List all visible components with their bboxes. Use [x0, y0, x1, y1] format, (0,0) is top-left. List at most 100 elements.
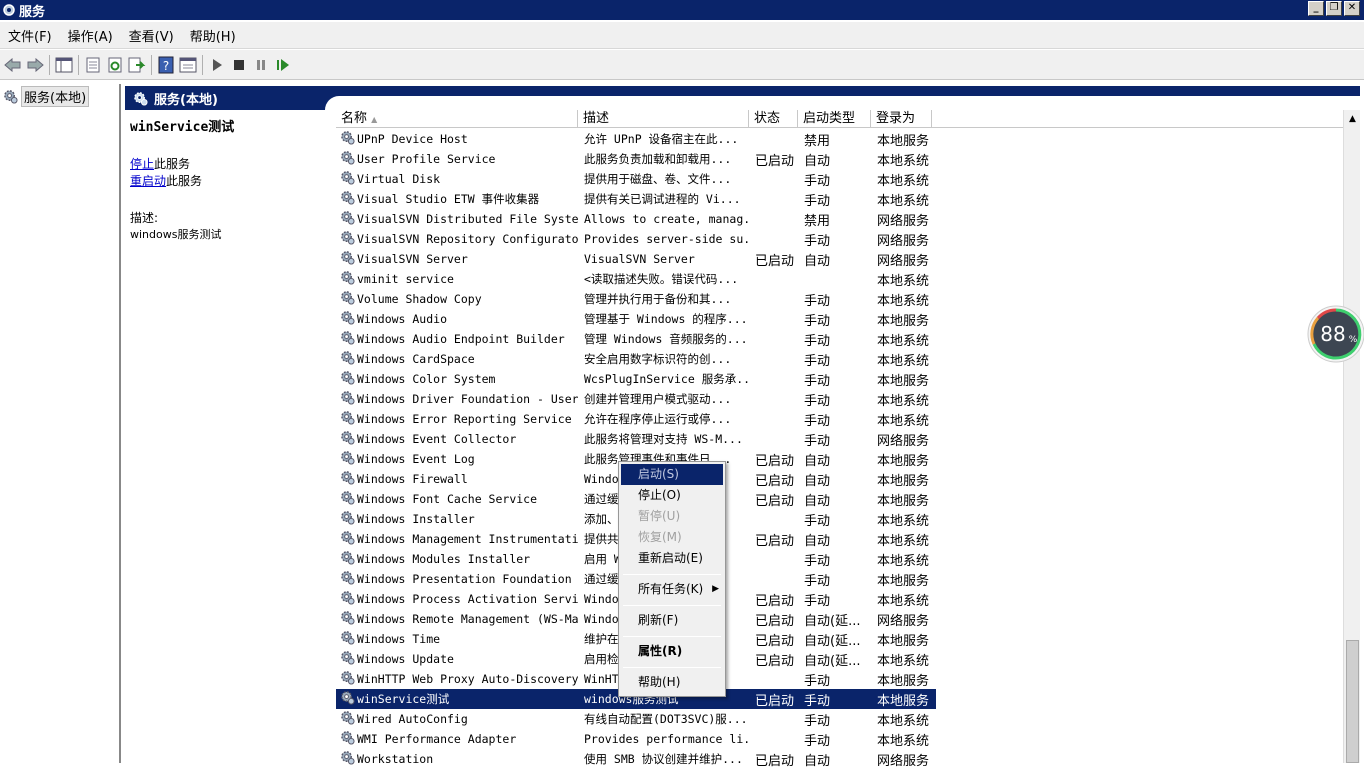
table-row[interactable]: Windows Driver Foundation - User-... 创建并管…	[336, 389, 936, 409]
service-gear-icon	[340, 170, 355, 188]
selected-service-name: winService测试	[130, 120, 235, 135]
service-startup-type: 自动	[804, 493, 831, 509]
refresh-icon[interactable]	[104, 54, 126, 76]
service-name: vminit service	[357, 272, 454, 286]
service-name: Windows Time	[357, 632, 441, 646]
service-name: VisualSVN Distributed File System...	[357, 212, 578, 226]
service-startup-type: 自动(延...	[804, 653, 861, 669]
description-text: windows服务测试	[130, 228, 222, 241]
tree-item-label: 服务(本地)	[21, 86, 90, 107]
table-row[interactable]: Virtual Disk 提供用于磁盘、卷、文件... 手动 本地系统	[336, 169, 936, 189]
table-row[interactable]: Windows Audio 管理基于 Windows 的程序... 手动 本地服务	[336, 309, 936, 329]
table-row[interactable]: Windows Color System WcsPlugInService 服务承…	[336, 369, 936, 389]
menu-item-resume[interactable]: 恢复(M)	[621, 527, 723, 548]
menu-help[interactable]: 帮助(H)	[182, 26, 244, 45]
services-list: 名称 ▲ 描述 状态 启动类型 登录为 UPnP Device Host 允许 U…	[336, 110, 1360, 769]
performance-gauge-widget[interactable]: 88 %	[1306, 300, 1364, 370]
restart-service-link[interactable]: 重启动	[130, 174, 166, 188]
table-row[interactable]: User Profile Service 此服务负责加载和卸载用... 已启动 自动 本…	[336, 149, 936, 169]
tree-item-services-local[interactable]: 服务(本地)	[3, 86, 90, 107]
service-logon: 网络服务	[877, 213, 930, 229]
table-row[interactable]: VisualSVN Distributed File System... Allo…	[336, 209, 936, 229]
table-row[interactable]: Volume Shadow Copy 管理并执行用于备份和其... 手动 本地系统	[336, 289, 936, 309]
menu-item-restart[interactable]: 重新启动(E)	[621, 548, 723, 569]
menu-action[interactable]: 操作(A)	[60, 26, 121, 45]
properties-icon[interactable]	[177, 54, 199, 76]
column-header-logon[interactable]: 登录为	[871, 110, 932, 128]
service-description: 创建并管理用户模式驱动...	[584, 392, 732, 406]
service-name-cell: Windows Process Activation Service	[336, 590, 578, 608]
table-row[interactable]: vminit service <读取描述失败。错误代码... 本地系统	[336, 269, 936, 289]
pause-icon[interactable]	[250, 54, 272, 76]
service-gear-icon	[340, 370, 355, 388]
service-gear-icon	[340, 310, 355, 328]
table-row[interactable]: VisualSVN Server VisualSVN Server 已启动 自动 网络服…	[336, 249, 936, 269]
menu-item-help[interactable]: 帮助(H)	[621, 672, 723, 693]
service-startup-type: 手动	[804, 713, 831, 729]
menu-item-start[interactable]: 启动(S)	[621, 464, 723, 485]
menu-item-refresh[interactable]: 刷新(F)	[621, 610, 723, 631]
stop-icon[interactable]	[228, 54, 250, 76]
table-row[interactable]: Windows Audio Endpoint Builder 管理 Windows…	[336, 329, 936, 349]
service-logon: 本地系统	[877, 713, 930, 729]
service-name: Windows CardSpace	[357, 352, 475, 366]
service-name-cell: Windows Update	[336, 650, 578, 668]
forward-icon[interactable]	[24, 54, 46, 76]
service-startup-type: 自动(延...	[804, 633, 861, 649]
table-row[interactable]: Wired AutoConfig 有线自动配置(DOT3SVC)服... 手动 本地系…	[336, 709, 936, 729]
column-header-description[interactable]: 描述	[578, 110, 749, 128]
service-description: 提供有关已调试进程的 Vi...	[584, 192, 741, 206]
column-header-filler	[932, 110, 1360, 128]
service-name: Wired AutoConfig	[357, 712, 468, 726]
column-header-startup-type[interactable]: 启动类型	[798, 110, 871, 128]
vertical-scrollbar[interactable]: ▲	[1343, 110, 1360, 763]
toolbar-separator	[151, 54, 152, 75]
service-logon: 本地系统	[877, 273, 930, 289]
service-gear-icon	[340, 350, 355, 368]
service-gear-icon	[340, 730, 355, 748]
scroll-thumb[interactable]	[1346, 640, 1359, 763]
column-header-name[interactable]: 名称 ▲	[336, 110, 578, 128]
service-gear-icon	[340, 130, 355, 148]
restore-button[interactable]: ❐	[1326, 1, 1342, 16]
table-row[interactable]: Visual Studio ETW 事件收集器 提供有关已调试进程的 Vi... 手…	[336, 189, 936, 209]
menu-item-stop[interactable]: 停止(O)	[621, 485, 723, 506]
menu-view[interactable]: 查看(V)	[121, 26, 182, 45]
table-row[interactable]: Windows Event Collector 此服务将管理对支持 WS-M...…	[336, 429, 936, 449]
stop-service-link[interactable]: 停止	[130, 157, 154, 171]
service-gear-icon	[340, 150, 355, 168]
export-list-icon[interactable]	[82, 54, 104, 76]
service-gear-icon	[340, 410, 355, 428]
console-tree-icon[interactable]	[53, 54, 75, 76]
menu-item-all-tasks[interactable]: 所有任务(K) ▶	[621, 579, 723, 600]
close-button[interactable]: ✕	[1344, 1, 1360, 16]
table-row[interactable]: Windows Error Reporting Service 允许在程序停止运行…	[336, 409, 936, 429]
back-icon[interactable]	[2, 54, 24, 76]
scroll-up-icon[interactable]: ▲	[1344, 110, 1361, 127]
table-row[interactable]: UPnP Device Host 允许 UPnP 设备宿主在此... 禁用 本地服务	[336, 129, 936, 149]
service-name: Windows Driver Foundation - User-...	[357, 392, 578, 406]
menu-file[interactable]: 文件(F)	[0, 26, 60, 45]
service-logon: 本地服务	[877, 133, 930, 149]
help-icon[interactable]: ?	[155, 54, 177, 76]
menu-item-properties[interactable]: 属性(R)	[621, 641, 723, 662]
service-logon: 本地系统	[877, 533, 930, 549]
service-name-cell: Windows Driver Foundation - User-...	[336, 390, 578, 408]
play-icon[interactable]	[206, 54, 228, 76]
column-header-status[interactable]: 状态	[749, 110, 798, 128]
minimize-button[interactable]: _	[1308, 1, 1324, 16]
service-startup-type: 自动	[804, 153, 831, 169]
export-icon[interactable]	[126, 54, 148, 76]
table-row[interactable]: Workstation 使用 SMB 协议创建并维护... 已启动 自动 网络服务	[336, 749, 936, 769]
restart-icon[interactable]	[272, 54, 294, 76]
service-name-cell: Windows Event Log	[336, 450, 578, 468]
service-status: 已启动	[755, 753, 795, 769]
service-logon: 本地系统	[877, 173, 930, 189]
table-row[interactable]: WMI Performance Adapter Provides performa…	[336, 729, 936, 749]
service-description: WcsPlugInService 服务承...	[584, 372, 749, 386]
menu-item-pause[interactable]: 暂停(U)	[621, 506, 723, 527]
service-startup-type: 手动	[804, 733, 831, 749]
table-row[interactable]: VisualSVN Repository Configurator... Prov…	[336, 229, 936, 249]
table-row[interactable]: Windows CardSpace 安全启用数字标识符的创... 手动 本地系统	[336, 349, 936, 369]
service-gear-icon	[340, 630, 355, 648]
